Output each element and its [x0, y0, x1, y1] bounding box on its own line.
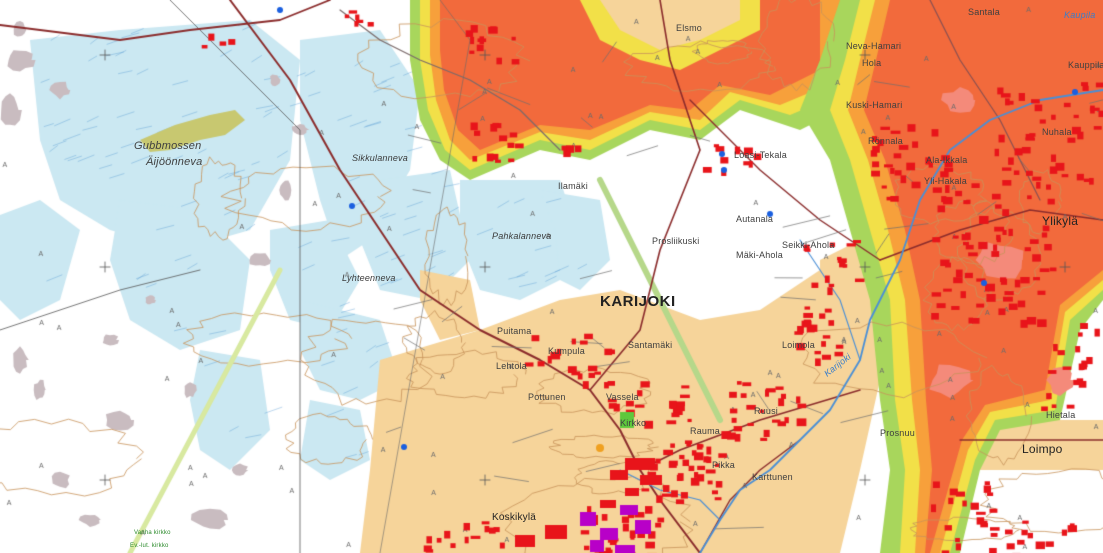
label-puitama: Puitama [497, 326, 532, 336]
label-lyhteenneva: Lyhteenneva [342, 273, 396, 283]
label-nuhala: Nuhala [1042, 127, 1072, 137]
label-santamaki: Santamäki [628, 340, 673, 350]
label-loimola: Loimola [782, 340, 815, 350]
label-elsmo: Elsmo [676, 23, 703, 33]
label-pikka: Pikka [712, 460, 736, 470]
label-green-note-2: Ev.-lut. kirkko [130, 543, 169, 549]
label-hietala: Hietala [1046, 410, 1076, 420]
label-rauma: Rauma [690, 426, 721, 436]
label-kumpula: Kumpula [548, 346, 585, 356]
label-lehtola: Lehtola [496, 361, 527, 371]
label-prosnuu: Prosnuu [880, 428, 915, 438]
label-yli-hakala: Yli-Hakala [924, 176, 968, 186]
label-proslikuski: Prosliikuski [652, 236, 700, 246]
label-ala-ikkala: Ala-Ikkala [926, 155, 968, 165]
label-loasitekala: Loasi-Tekala [734, 150, 787, 160]
label-pottunen: Pottunen [528, 392, 566, 402]
label-karttunen: Karttunen [752, 472, 793, 482]
label-green-note-1: Vanha kirkko [134, 530, 171, 536]
label-autanala: Autanala [736, 214, 774, 224]
label-kirkko: Kirkko [620, 418, 647, 428]
label-sikkulanneva: Sikkulanneva [352, 153, 408, 163]
label-santala: Santala [968, 7, 1000, 17]
label-nevahamari: Neva-Hamari [846, 41, 902, 51]
label-kuskihamari: Kuski-Hamari [846, 100, 903, 110]
label-seikkahola: Seikki-Ahola [782, 240, 835, 250]
label-kaupila-water: Kaupila [1064, 10, 1096, 20]
label-gubbmossen: Gubbmossen [134, 140, 202, 152]
label-loimpo: Loimpo [1022, 442, 1063, 456]
label-ilamaki: Ilamäki [558, 181, 588, 191]
label-ruusi: Ruusi [754, 406, 779, 416]
label-kaupila: Kauppila [1068, 60, 1103, 70]
label-karijoki: KARIJOKI [600, 293, 676, 310]
label-maki-ahola: Mäki-Ahola [736, 250, 784, 260]
label-ronnala: Rönnala [868, 136, 903, 146]
label-koskikyla: Koskikylä [492, 512, 537, 523]
label-pahkalanneva: Pahkalanneva [492, 231, 552, 241]
label-ylikyla: Ylikylä [1042, 214, 1079, 228]
label-hola: Hola [862, 58, 882, 68]
label-aijoonneva: Äijöönneva [146, 156, 203, 168]
label-vassela: Vassela [606, 392, 639, 402]
map-canvas[interactable] [0, 0, 1103, 553]
